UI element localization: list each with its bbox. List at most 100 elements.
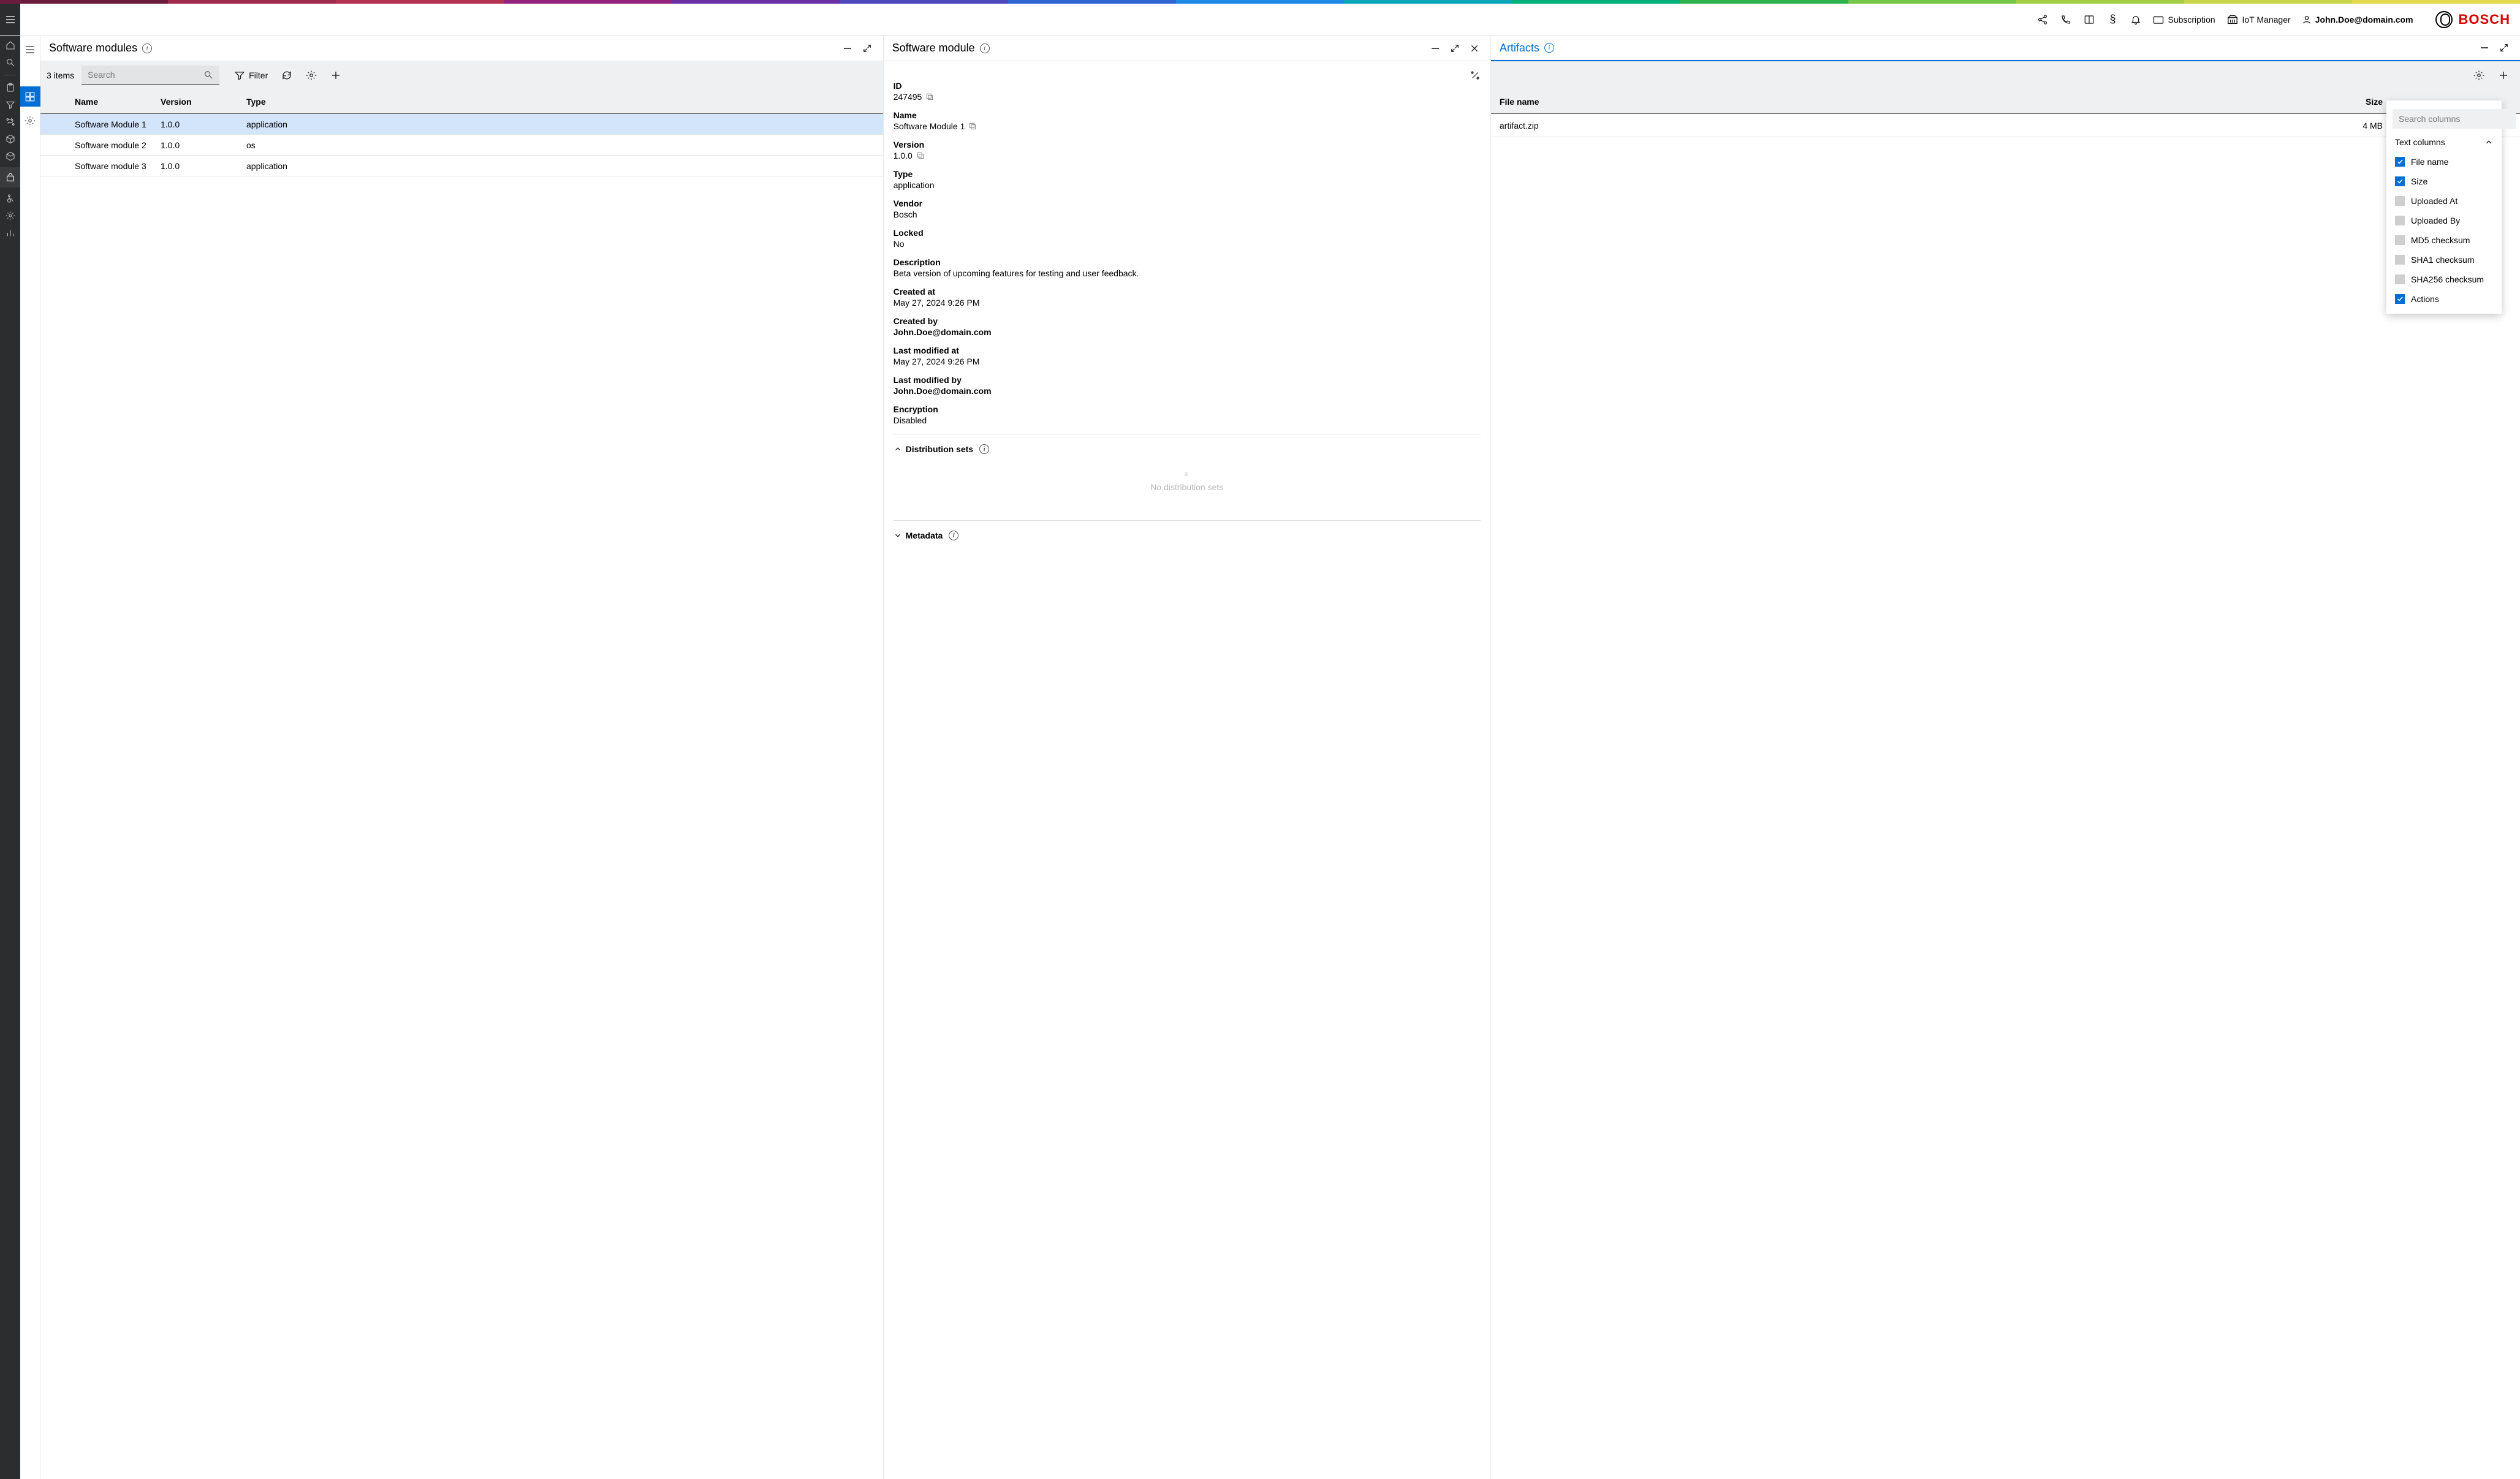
copy-icon[interactable] — [916, 151, 925, 160]
table-header: Name Version Type — [40, 89, 883, 114]
vendor-value: Bosch — [894, 210, 1481, 219]
column-option[interactable]: Size — [2386, 172, 2502, 191]
column-option-label: Uploaded At — [2411, 196, 2457, 206]
bosch-ring-icon — [2435, 11, 2453, 28]
modules-toolbar: 3 items Filter — [40, 61, 883, 89]
primary-nav-rail — [0, 36, 20, 1479]
col-filename[interactable]: File name — [1500, 97, 2346, 107]
tools-icon[interactable] — [1470, 70, 1481, 81]
hamburger-icon[interactable] — [0, 4, 20, 35]
gear-icon[interactable] — [4, 210, 17, 222]
sec-hamburger[interactable] — [20, 39, 40, 59]
settings-button[interactable] — [2469, 66, 2489, 85]
dist-section-header[interactable]: Distribution sets i — [894, 441, 1481, 458]
locked-value: No — [894, 239, 1481, 249]
table-row[interactable]: Software Module 11.0.0application — [40, 114, 883, 135]
filter-label: Filter — [249, 70, 268, 80]
info-icon[interactable]: i — [1544, 43, 1554, 53]
sec-item-modules[interactable] — [20, 86, 40, 107]
column-option-label: Size — [2411, 176, 2427, 186]
settings-button[interactable] — [301, 66, 322, 85]
expand-icon[interactable] — [860, 41, 875, 56]
bars-icon[interactable] — [4, 227, 17, 239]
minimize-icon[interactable] — [840, 41, 855, 56]
column-option[interactable]: Actions — [2386, 289, 2502, 309]
info-icon[interactable]: i — [980, 44, 990, 53]
bosch-wordmark: BOSCH — [2459, 12, 2510, 28]
text-columns-header[interactable]: Text columns — [2386, 132, 2502, 152]
copy-icon[interactable] — [968, 122, 977, 130]
modified-by-label: Last modified by — [894, 375, 1481, 385]
filter-icon[interactable] — [4, 99, 17, 111]
bell-icon[interactable] — [2130, 13, 2142, 26]
column-option-label: SHA1 checksum — [2411, 255, 2474, 265]
column-option[interactable]: Uploaded By — [2386, 211, 2502, 230]
add-button[interactable] — [2493, 66, 2514, 85]
phone-icon[interactable] — [2060, 13, 2072, 26]
artifacts-toolbar — [1491, 61, 2520, 89]
share-icon[interactable] — [2036, 13, 2049, 26]
column-option[interactable]: Uploaded At — [2386, 191, 2502, 211]
search-icon[interactable] — [4, 56, 17, 69]
module-icon[interactable] — [0, 167, 20, 187]
clipboard-icon[interactable] — [4, 81, 17, 94]
locked-label: Locked — [894, 228, 1481, 238]
minimize-icon[interactable] — [1428, 41, 1443, 56]
description-value: Beta version of upcoming features for te… — [894, 268, 1481, 278]
checkbox-icon — [2395, 157, 2405, 167]
secondary-nav-rail — [20, 36, 40, 1479]
col-name[interactable]: Name — [75, 97, 161, 107]
col-size[interactable]: Size — [2346, 97, 2383, 107]
search-input[interactable] — [88, 70, 199, 80]
subscription-link[interactable]: Subscription — [2153, 15, 2215, 25]
minimize-icon[interactable] — [2477, 40, 2492, 55]
column-option[interactable]: MD5 checksum — [2386, 230, 2502, 250]
table-row[interactable]: Software module 31.0.0application — [40, 156, 883, 176]
column-search-input[interactable] — [2393, 109, 2516, 129]
section-icon[interactable]: § — [2106, 13, 2119, 26]
info-icon[interactable]: i — [142, 44, 152, 53]
sec-item-gear[interactable] — [20, 110, 40, 130]
box-icon[interactable] — [4, 133, 17, 145]
filter-button[interactable]: Filter — [229, 66, 273, 85]
col-version[interactable]: Version — [161, 97, 246, 107]
flow-icon[interactable] — [4, 116, 17, 128]
cell-version: 1.0.0 — [161, 140, 246, 150]
panel-title: Software module — [892, 42, 975, 55]
cell-name: Software Module 1 — [75, 119, 161, 129]
copy-icon[interactable] — [925, 93, 934, 101]
box2-icon[interactable] — [4, 150, 17, 162]
info-icon[interactable]: i — [949, 531, 958, 540]
iot-manager-label: IoT Manager — [2242, 15, 2291, 25]
panel-artifacts: Artifacts i File name Size artifact.zip4… — [1491, 36, 2520, 1479]
cell-version: 1.0.0 — [161, 119, 246, 129]
subscription-label: Subscription — [2168, 15, 2215, 25]
iot-manager-link[interactable]: IoT Manager — [2226, 15, 2291, 25]
cell-size: 4 MB — [2346, 121, 2383, 130]
column-option-label: MD5 checksum — [2411, 235, 2470, 245]
close-icon[interactable] — [1467, 41, 1482, 56]
name-value: Software Module 1 — [894, 121, 965, 131]
info-icon[interactable]: i — [979, 444, 989, 454]
expand-icon[interactable] — [2497, 40, 2511, 55]
col-type[interactable]: Type — [246, 97, 875, 107]
artifact-row[interactable]: artifact.zip4 MB⋯ — [1491, 114, 2520, 137]
column-option[interactable]: SHA1 checksum — [2386, 250, 2502, 270]
column-option[interactable]: File name — [2386, 152, 2502, 172]
modified-at-value: May 27, 2024 9:26 PM — [894, 357, 1481, 366]
type-value: application — [894, 180, 1481, 190]
expand-icon[interactable] — [1448, 41, 1462, 56]
home-icon[interactable] — [4, 39, 17, 51]
add-button[interactable] — [325, 66, 346, 85]
book-icon[interactable] — [2083, 13, 2095, 26]
checkbox-icon — [2395, 294, 2405, 304]
table-row[interactable]: Software module 21.0.0os — [40, 135, 883, 156]
metadata-section-header[interactable]: Metadata i — [894, 527, 1481, 544]
column-option[interactable]: SHA256 checksum — [2386, 270, 2502, 289]
search-box[interactable] — [82, 66, 219, 85]
refresh-button[interactable] — [276, 66, 297, 85]
cell-name: Software module 2 — [75, 140, 161, 150]
wheelchair-icon[interactable] — [4, 192, 17, 205]
user-menu[interactable]: John.Doe@domain.com — [2302, 15, 2413, 25]
search-icon — [203, 70, 213, 80]
